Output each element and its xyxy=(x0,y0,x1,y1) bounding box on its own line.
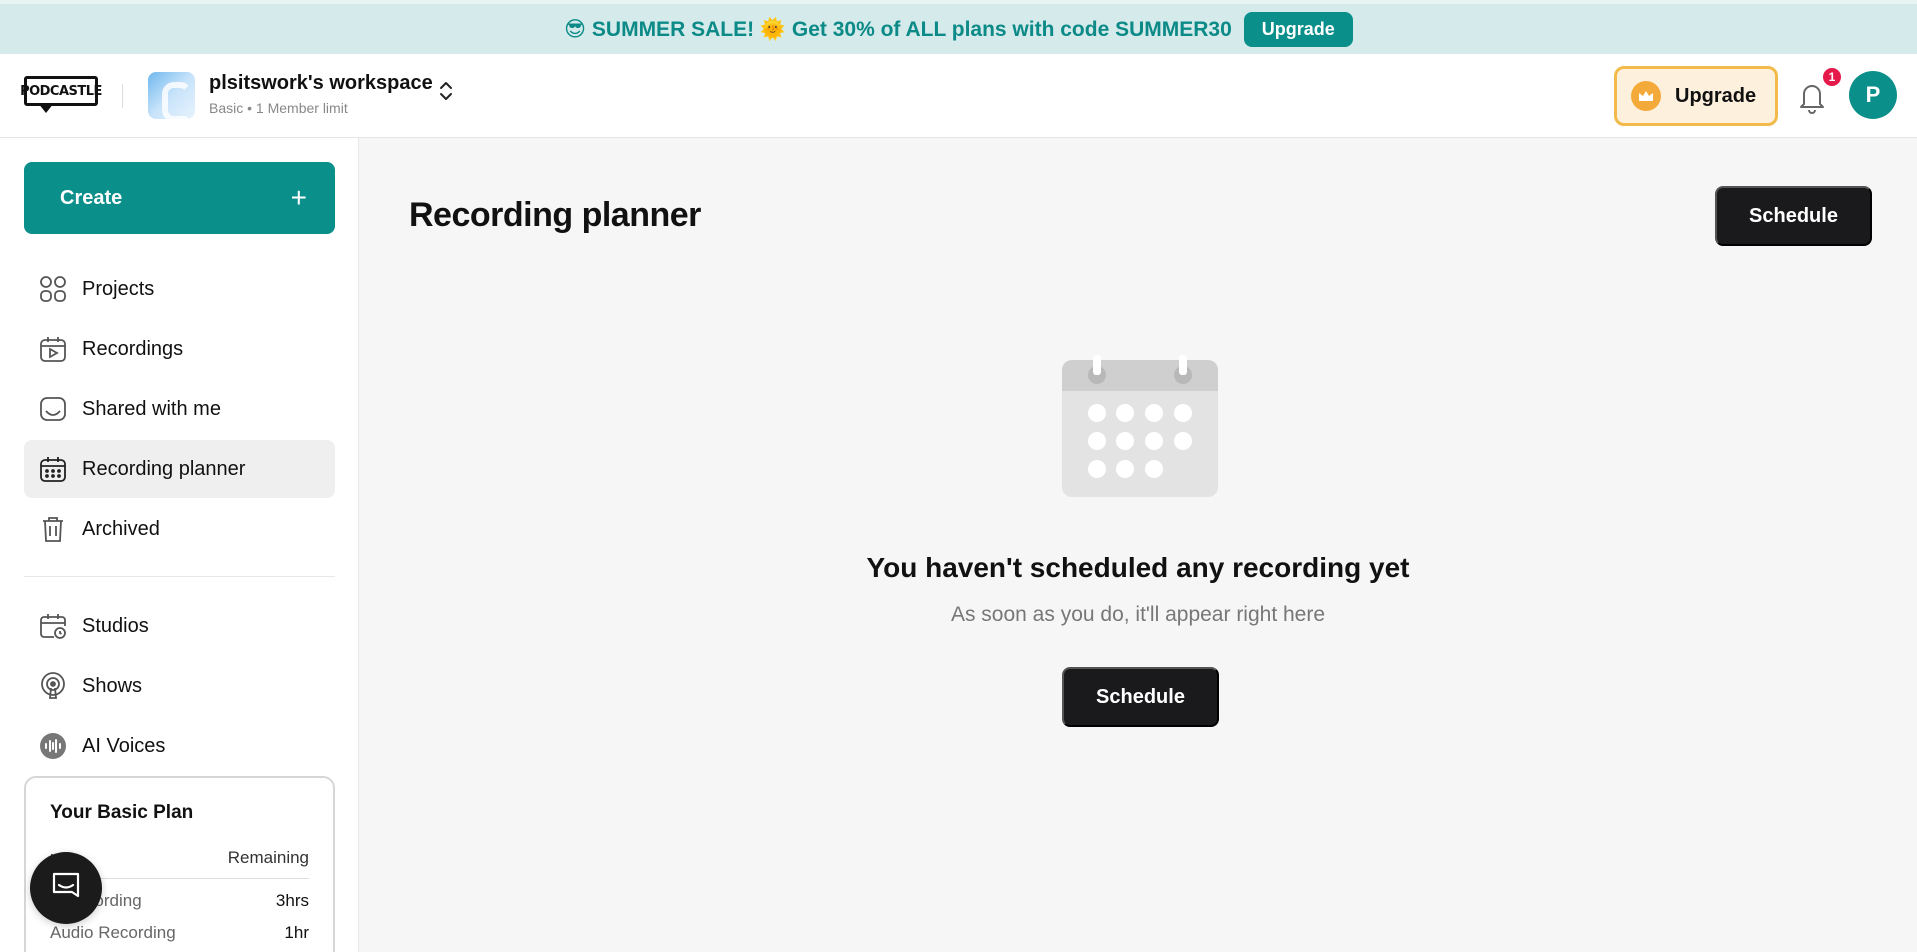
sidebar-item-archived[interactable]: Archived xyxy=(24,500,335,558)
sidebar-item-projects[interactable]: Projects xyxy=(24,260,335,318)
sidebar-item-label: Archived xyxy=(82,517,160,540)
podcast-icon xyxy=(38,671,68,701)
plan-value: 3hrs xyxy=(275,891,309,910)
sidebar-item-label: Projects xyxy=(82,277,155,300)
sidebar-item-label: Recording planner xyxy=(82,457,246,480)
sidebar-item-label: AI Voices xyxy=(82,734,166,757)
empty-calendar-icon xyxy=(1062,355,1218,497)
empty-schedule-button[interactable]: Schedule xyxy=(1062,667,1219,727)
sidebar-item-shows[interactable]: Shows xyxy=(24,657,335,715)
user-avatar[interactable]: P xyxy=(1849,71,1897,119)
promo-text: 😎 SUMMER SALE! 🌞 Get 30% of ALL plans wi… xyxy=(564,17,1232,41)
waveform-icon xyxy=(38,731,68,761)
sidebar-item-recording-planner[interactable]: Recording planner xyxy=(24,440,335,498)
sidebar-item-label: Shared with me xyxy=(82,397,221,420)
support-chat-button[interactable] xyxy=(30,852,102,924)
plan-feature: Audio Recording xyxy=(50,923,176,942)
plus-icon: + xyxy=(290,182,307,213)
plan-row: Audio Recording 1hr xyxy=(50,923,309,943)
sidebar-item-label: Recordings xyxy=(82,337,184,360)
plan-title: Your Basic Plan xyxy=(50,802,194,823)
workspace-name[interactable]: plsitswork's workspace xyxy=(209,72,433,95)
page-title: Recording planner xyxy=(409,196,701,234)
workspace-avatar[interactable] xyxy=(148,72,195,119)
empty-state-subtitle: As soon as you do, it'll appear right he… xyxy=(950,603,1326,626)
schedule-button[interactable]: Schedule xyxy=(1715,186,1872,246)
sidebar-item-ai-voices[interactable]: AI Voices xyxy=(24,717,335,775)
inbox-icon xyxy=(38,394,68,424)
workspace-switcher-icon[interactable] xyxy=(433,76,459,106)
empty-state-title: You haven't scheduled any recording yet xyxy=(866,552,1410,583)
plan-value: 1hr xyxy=(284,923,309,942)
create-label: Create xyxy=(60,186,123,209)
plan-col-remaining: Remaining xyxy=(227,848,309,867)
promo-banner: 😎 SUMMER SALE! 🌞 Get 30% of ALL plans wi… xyxy=(0,0,1917,54)
podcastle-logo[interactable]: PODCASTLE xyxy=(20,76,102,116)
logo-tail xyxy=(38,103,54,113)
top-header: PODCASTLE plsitswork's workspace Basic •… xyxy=(0,54,1917,138)
sidebar-item-shared[interactable]: Shared with me xyxy=(24,380,335,438)
crown-icon xyxy=(1631,81,1661,111)
promo-upgrade-button[interactable]: Upgrade xyxy=(1243,11,1353,47)
create-button[interactable]: Create + xyxy=(24,162,335,234)
calendar-icon xyxy=(38,454,68,484)
notification-badge: 1 xyxy=(1821,66,1843,88)
chat-icon xyxy=(48,868,84,909)
trash-icon xyxy=(38,514,68,544)
recordings-icon xyxy=(38,334,68,364)
header-upgrade-label: Upgrade xyxy=(1675,84,1757,107)
header-upgrade-button[interactable]: Upgrade xyxy=(1614,66,1778,126)
header-divider xyxy=(122,84,123,108)
notification-bell-icon[interactable] xyxy=(1796,80,1828,114)
sidebar-item-label: Shows xyxy=(82,674,143,697)
logo-text: PODCASTLE xyxy=(20,76,102,106)
workspace-plan-info: Basic • 1 Member limit xyxy=(209,100,348,116)
sidebar-item-recordings[interactable]: Recordings xyxy=(24,320,335,378)
grid-icon xyxy=(38,274,68,304)
